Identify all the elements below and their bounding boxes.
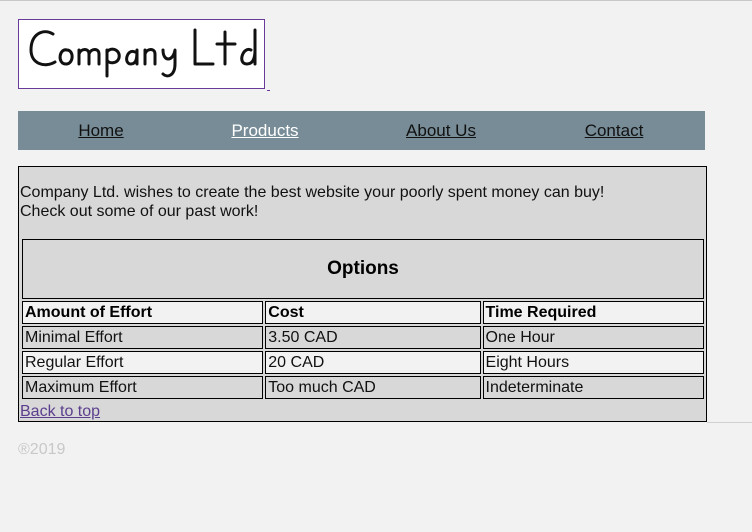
- intro-line-1: Company Ltd. wishes to create the best w…: [20, 184, 605, 201]
- nav-contact-link[interactable]: Contact: [585, 121, 644, 141]
- options-table: Options Amount of Effort Cost Time Requi…: [20, 237, 706, 401]
- copyright-text: ®2019: [18, 441, 66, 458]
- main-navbar: Home Products About Us Contact: [18, 111, 705, 150]
- table-row: Regular Effort 20 CAD Eight Hours: [22, 351, 704, 374]
- table-cell: One Hour: [482, 326, 704, 349]
- logo-handwriting: [29, 28, 257, 78]
- intro-line-2: Check out some of our past work!: [20, 203, 259, 220]
- table-row: Maximum Effort Too much CAD Indeterminat…: [22, 376, 704, 399]
- table-header-row: Amount of Effort Cost Time Required: [22, 301, 704, 324]
- back-to-top-link[interactable]: Back to top: [20, 403, 100, 421]
- table-cell: Minimal Effort: [22, 326, 264, 349]
- table-cell: 3.50 CAD: [265, 326, 481, 349]
- column-header-cost: Cost: [265, 301, 481, 324]
- main-content: Company Ltd. wishes to create the best w…: [18, 166, 707, 422]
- nav-about-link[interactable]: About Us: [406, 121, 476, 141]
- logo-link[interactable]: [18, 19, 270, 92]
- nav-home-link[interactable]: Home: [78, 121, 123, 141]
- options-table-caption: Options: [22, 239, 704, 299]
- footer-divider: [707, 422, 752, 423]
- table-cell: Regular Effort: [22, 351, 264, 374]
- table-row: Minimal Effort 3.50 CAD One Hour: [22, 326, 704, 349]
- nav-products-link[interactable]: Products: [231, 121, 298, 141]
- table-cell: Too much CAD: [265, 376, 481, 399]
- table-cell: 20 CAD: [265, 351, 481, 374]
- intro-text: Company Ltd. wishes to create the best w…: [20, 183, 604, 221]
- column-header-effort: Amount of Effort: [22, 301, 264, 324]
- column-header-time: Time Required: [482, 301, 704, 324]
- table-cell: Eight Hours: [482, 351, 704, 374]
- top-rule: [0, 0, 752, 1]
- logo: [18, 19, 265, 89]
- table-cell: Indeterminate: [482, 376, 704, 399]
- logo-link-underline: [267, 90, 270, 91]
- table-cell: Maximum Effort: [22, 376, 264, 399]
